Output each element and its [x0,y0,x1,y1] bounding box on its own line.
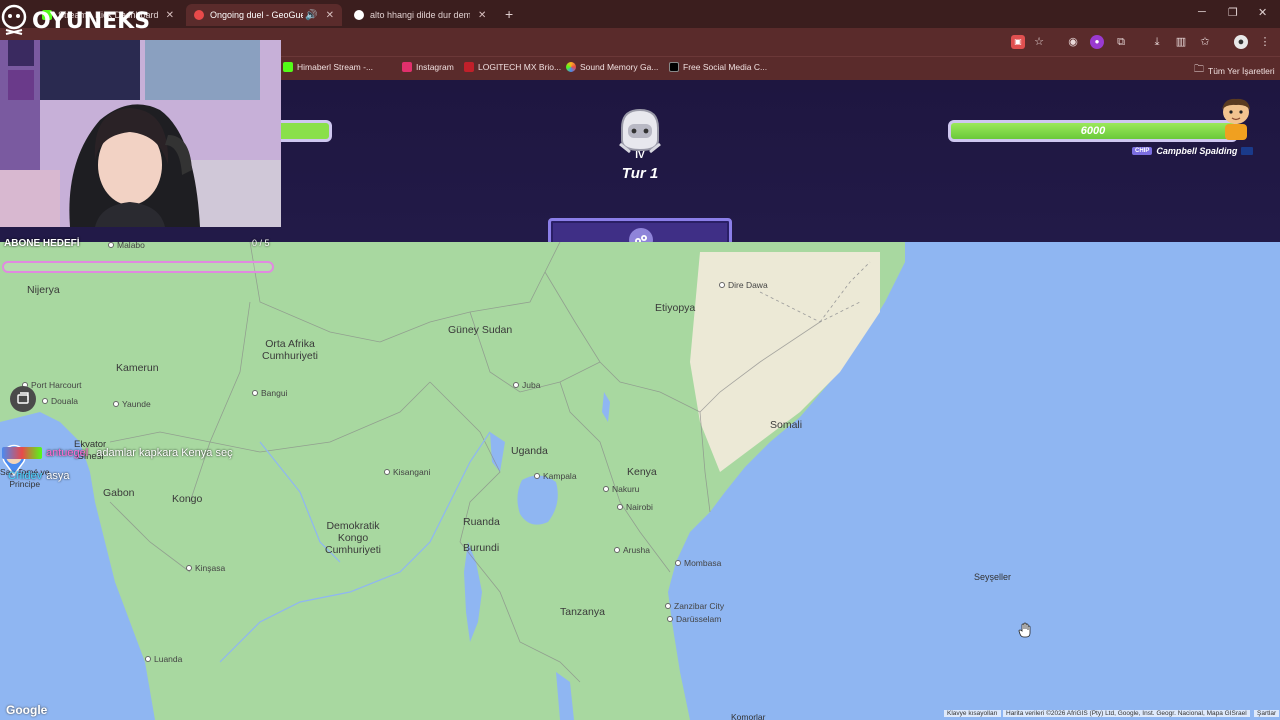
google-logo: Google [6,703,48,717]
map-label-guney-sudan: Güney Sudan [448,324,513,336]
map-label-etiyopya: Etiyopya [655,302,696,314]
opponent-avatar-icon [1222,98,1250,140]
extension-eye-icon[interactable]: ◉ [1066,35,1080,49]
map-label-kongo: Kongo [172,493,203,505]
free-social-icon [669,62,679,72]
opponent-tag: CHIP [1132,147,1153,155]
opponent-name-row: CHIP Campbell Spalding [1132,146,1254,156]
round-numeral: IV [635,150,645,161]
map-city: Darüsselam [667,614,721,624]
minimize-button[interactable]: ─ [1198,6,1206,18]
chat-badges-icon [2,447,42,459]
map-label-tanzanya: Tanzanya [560,606,605,618]
map-city: Bangui [252,388,287,398]
map-label-uganda: Uganda [511,445,548,457]
google-favicon-icon [354,10,364,20]
menu-kebab-icon[interactable]: ⋮ [1258,35,1272,49]
map-city: Kisangani [384,467,430,477]
map-label-nijerya: Nijerya [27,284,60,296]
close-tab-icon[interactable]: ✕ [326,10,334,21]
opponent-health-value: 6000 [1080,125,1106,137]
map-label-seyseller: Seyşeller [974,572,1012,582]
screen-record-icon[interactable]: ▣ [1011,35,1025,49]
map-label-gabon: Gabon [103,487,135,499]
bookmark-himaberl[interactable]: Himaberl Stream -... [283,62,373,72]
map-city: Dire Dawa [719,280,768,290]
tab-geoguessr[interactable]: Ongoing duel - GeoGuessr 🔊 ✕ [186,4,342,26]
sub-goal-count: 0 / 5 [252,238,270,248]
all-bookmarks-folder[interactable]: 🗀 Tüm Yer İşaretleri [1194,62,1275,79]
screen: Stream - Kick Dashboard ✕ Ongoing duel -… [0,0,1280,720]
map-city: Arusha [614,545,650,555]
map-label-kenya: Kenya [627,466,657,478]
opponent-health-bar: 6000 [948,120,1238,142]
favorites-icon[interactable]: ✩ [1198,35,1212,49]
profile-avatar-icon[interactable]: ● [1234,35,1248,49]
instagram-icon [402,62,412,72]
guess-map[interactable]: Nijerya Kamerun Orta Afrika Cumhuriyeti … [0,242,1280,720]
kick-favicon-icon [283,62,293,72]
brand-name: OYUNEKS [32,9,151,34]
australia-flag-icon [1241,147,1254,155]
chat-message: antuegel adamlar kapkara Kenya seç [2,447,233,459]
terms-link[interactable]: Şartlar [1254,710,1280,717]
map-label-burundi: Burundi [463,542,500,554]
hand-cursor-icon [1018,622,1031,638]
map-data-attribution: Harita verileri ©2026 AfriGIS (Pty) Ltd,… [1003,710,1250,717]
bookmark-sound-memory[interactable]: Sound Memory Ga... [566,62,658,72]
tab-google-search[interactable]: alto hhangi dilde dur demek - G ✕ [346,4,498,26]
logitech-icon [464,62,474,72]
map-city: Luanda [145,654,182,664]
chat-message: Chidev asya [8,470,70,482]
map-city: Nakuru [603,484,639,494]
round-label: Tur 1 [621,165,659,182]
puzzle-extensions-icon[interactable]: ⧉ [1114,35,1128,49]
map-city: Nairobi [617,502,653,512]
browser-tabstrip: Stream - Kick Dashboard ✕ Ongoing duel -… [0,0,1280,28]
download-icon[interactable]: ⤓ [1150,35,1164,49]
speaker-icon[interactable]: 🔊 [305,10,317,21]
geoguessr-favicon-icon [194,10,204,20]
bookmark-logitech[interactable]: LOGITECH MX Brio... [464,62,561,72]
round-badge-icon: IV [619,108,661,161]
opponent-name: Campbell Spalding [1156,146,1238,156]
sidepanel-icon[interactable]: ▥ [1174,35,1188,49]
map-terrain [0,242,1280,720]
sub-goal-label: ABONE HEDEFİ [4,238,80,249]
maximize-button[interactable]: ❐ [1228,6,1238,19]
close-tab-icon[interactable]: ✕ [166,10,174,21]
webcam-feed [0,40,281,227]
map-label-dkc: Demokratik Kongo Cumhuriyeti [325,520,382,556]
star-bookmark-icon[interactable]: ☆ [1032,35,1046,49]
map-city: Kinşasa [186,563,225,573]
bookmark-instagram[interactable]: Instagram [402,62,454,72]
close-tab-icon[interactable]: ✕ [478,10,486,21]
map-label-kamerun: Kamerun [116,362,159,374]
folder-icon: 🗀 [1194,64,1204,75]
layers-icon [17,392,29,404]
map-label-komorlar: Komorlar [731,712,766,720]
close-window-button[interactable]: ✕ [1258,6,1267,19]
keyboard-shortcuts-link[interactable]: Klavye kısayolları [944,710,1001,717]
map-label-orta-afrika: Orta Afrika Cumhuriyeti [262,338,319,362]
map-label-somali: Somali [770,419,803,431]
webcam-overlay [0,40,281,227]
map-city: Malabo [108,242,145,250]
map-city: Yaunde [113,399,151,409]
sound-memory-icon [566,62,576,72]
new-tab-button[interactable]: + [505,6,513,22]
bookmark-free-social[interactable]: Free Social Media C... [669,62,767,72]
sub-goal-progress [2,261,274,273]
map-city: Zanzibar City [665,601,724,611]
extension-purple-icon[interactable]: ● [1090,35,1104,49]
map-layer-button[interactable] [10,386,36,412]
map-label-ruanda: Ruanda [463,516,500,528]
map-city: Douala [42,396,78,406]
map-city: Juba [513,380,540,390]
map-city: Mombasa [675,558,721,568]
map-city: Kampala [534,471,577,481]
